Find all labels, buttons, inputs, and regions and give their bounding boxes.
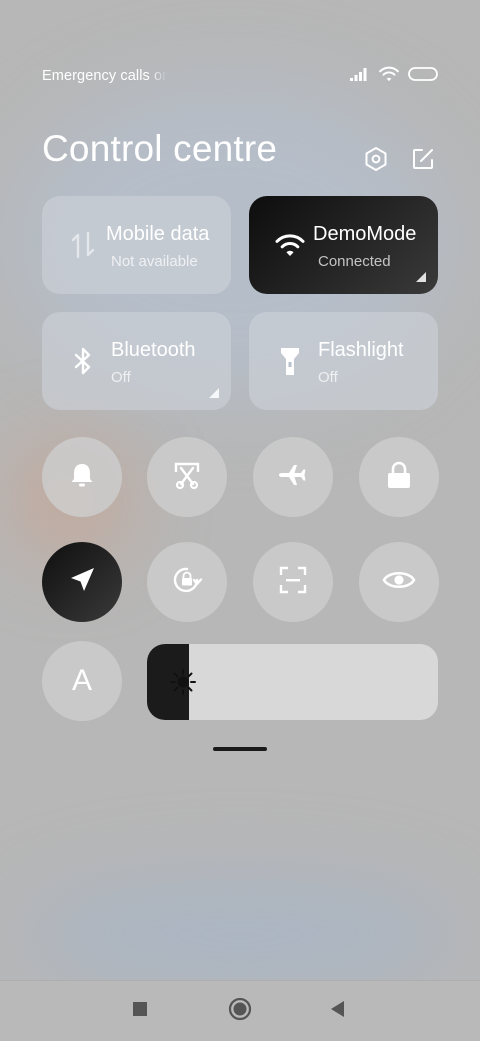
status-bar: Emergency calls only (42, 66, 438, 88)
toggle-auto-brightness[interactable]: A (42, 641, 122, 721)
square-icon (132, 1001, 148, 1022)
settings-hex-icon[interactable] (362, 145, 390, 173)
toggle-ring[interactable] (42, 437, 122, 517)
tile-mobile-data-label: Mobile data (106, 223, 210, 245)
letter-a-icon: A (71, 664, 92, 697)
eye-icon (382, 568, 416, 597)
toggle-screenshot[interactable] (147, 437, 227, 517)
toggle-location[interactable] (42, 542, 122, 622)
toggle-rotation-lock[interactable] (147, 542, 227, 622)
tile-wifi[interactable]: DemoMode Connected (249, 196, 438, 294)
scissors-icon (172, 460, 202, 495)
page-title: Control centre (42, 128, 278, 169)
brightness-slider[interactable] (147, 644, 438, 720)
tile-flashlight[interactable]: Flashlight Off (249, 312, 438, 410)
tile-bluetooth-status: Off (111, 369, 131, 386)
wifi-status-icon (378, 66, 400, 87)
battery-icon (408, 66, 438, 86)
recents-button[interactable] (128, 999, 152, 1023)
signal-icon (350, 67, 370, 86)
sun-icon (169, 668, 197, 696)
toggle-airplane[interactable] (253, 437, 333, 517)
bell-icon (68, 461, 96, 494)
back-triangle-icon (330, 1000, 346, 1023)
drag-handle[interactable] (213, 747, 267, 751)
location-arrow-icon (68, 566, 96, 599)
tile-mobile-data[interactable]: Mobile data Not available (42, 196, 231, 294)
tile-flashlight-label: Flashlight (318, 339, 404, 361)
circle-icon (228, 997, 252, 1026)
tile-bluetooth-label: Bluetooth (111, 339, 196, 361)
tile-wifi-expand-icon[interactable] (416, 272, 426, 282)
flashlight-icon (273, 344, 307, 378)
tile-bluetooth[interactable]: Bluetooth Off (42, 312, 231, 410)
home-button[interactable] (228, 997, 252, 1026)
tile-wifi-label: DemoMode (313, 223, 417, 245)
lock-icon (385, 460, 413, 495)
bluetooth-icon (66, 344, 100, 378)
tile-flashlight-status: Off (318, 369, 338, 386)
back-button[interactable] (326, 999, 350, 1023)
wifi-icon (273, 228, 307, 262)
tile-wifi-status: Connected (318, 253, 391, 270)
mobile-data-icon (66, 228, 100, 262)
tile-bluetooth-expand-icon[interactable] (209, 388, 219, 398)
tile-mobile-data-status: Not available (111, 253, 198, 270)
navigation-bar (0, 980, 480, 1041)
rotation-lock-icon (170, 563, 204, 602)
airplane-icon (278, 460, 308, 495)
toggle-reading-mode[interactable] (359, 542, 439, 622)
toggle-scanner[interactable] (253, 542, 333, 622)
status-carrier-text: Emergency calls only (42, 68, 168, 84)
toggle-lock[interactable] (359, 437, 439, 517)
scan-icon (278, 565, 308, 600)
edit-icon[interactable] (409, 145, 437, 173)
